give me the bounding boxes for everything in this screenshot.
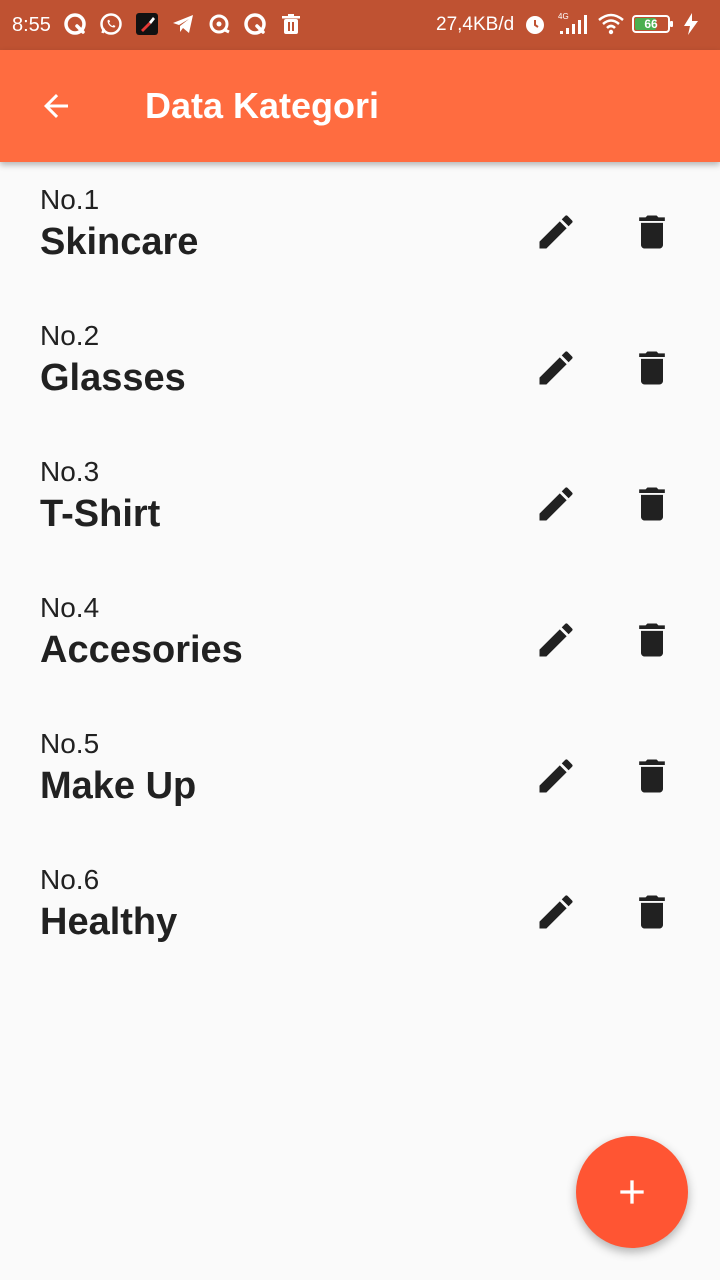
delete-button[interactable] <box>622 338 682 398</box>
item-number: No.5 <box>40 728 100 759</box>
item-name: Skincare <box>40 221 199 263</box>
trash-icon <box>639 623 665 657</box>
whatsapp-icon <box>98 11 124 37</box>
pencil-icon <box>539 487 573 521</box>
telegram-icon <box>170 11 196 37</box>
wifi-icon <box>598 11 624 37</box>
network-speed: 27,4KB/d <box>436 14 515 35</box>
list-item[interactable]: No.5 Make Up <box>0 706 720 842</box>
list-item[interactable]: No.6 Healthy <box>0 842 720 978</box>
list-item[interactable]: No.1 Skincare <box>0 162 720 298</box>
signal-type: 4G <box>558 12 569 21</box>
brush-app-icon <box>134 11 160 37</box>
list-item[interactable]: No.2 Glasses <box>0 298 720 434</box>
charging-icon <box>678 11 704 37</box>
delete-button[interactable] <box>622 610 682 670</box>
item-name: Healthy <box>40 901 178 943</box>
trash-icon <box>639 895 665 929</box>
add-category-button[interactable] <box>576 1136 688 1248</box>
list-item[interactable]: No.3 T-Shirt <box>0 434 720 570</box>
item-name: T-Shirt <box>40 493 161 535</box>
edit-button[interactable] <box>526 610 586 670</box>
delete-button[interactable] <box>622 474 682 534</box>
trash-icon <box>639 759 665 793</box>
item-number: No.3 <box>40 456 100 487</box>
item-name: Make Up <box>40 765 197 807</box>
system-icons: 4G 66 <box>522 11 704 37</box>
sync-icon <box>206 11 232 37</box>
plus-icon <box>620 1180 644 1204</box>
delete-button[interactable] <box>622 202 682 262</box>
trash-notification-icon <box>278 11 304 37</box>
item-name: Accesories <box>40 629 243 671</box>
battery-level: 66 <box>644 17 658 31</box>
item-number: No.4 <box>40 592 100 623</box>
trash-icon <box>639 351 665 385</box>
delete-button[interactable] <box>622 746 682 806</box>
back-button[interactable] <box>28 78 84 134</box>
item-number: No.1 <box>40 184 100 215</box>
list-item[interactable]: No.4 Accesories <box>0 570 720 706</box>
edit-button[interactable] <box>526 882 586 942</box>
item-name: Glasses <box>40 357 186 399</box>
pencil-icon <box>539 759 573 793</box>
screen: 8:55 27,4KB/d 4G 66 Data Kategori No.1 S… <box>0 0 720 1280</box>
status-bar: 8:55 27,4KB/d 4G 66 <box>0 0 720 50</box>
edit-button[interactable] <box>526 338 586 398</box>
q-app-icon <box>242 11 268 37</box>
notification-icons <box>62 11 304 37</box>
battery-icon: 66 <box>632 15 673 33</box>
item-number: No.2 <box>40 320 100 351</box>
pencil-icon <box>539 215 573 249</box>
alarm-icon <box>522 11 548 37</box>
trash-icon <box>639 215 665 249</box>
trash-icon <box>639 487 665 521</box>
pencil-icon <box>539 895 573 929</box>
pencil-icon <box>539 351 573 385</box>
page-title: Data Kategori <box>145 85 380 126</box>
category-list: No.1 Skincare No.2 Glasses No.3 T-Shirt <box>0 162 720 978</box>
delete-button[interactable] <box>622 882 682 942</box>
q-app-icon <box>62 11 88 37</box>
edit-button[interactable] <box>526 474 586 534</box>
edit-button[interactable] <box>526 202 586 262</box>
item-number: No.6 <box>40 864 100 895</box>
app-bar: Data Kategori <box>0 50 720 162</box>
status-time: 8:55 <box>12 14 51 36</box>
arrow-back-icon <box>44 94 68 118</box>
pencil-icon <box>539 623 573 657</box>
signal-icon: 4G <box>556 11 590 37</box>
edit-button[interactable] <box>526 746 586 806</box>
